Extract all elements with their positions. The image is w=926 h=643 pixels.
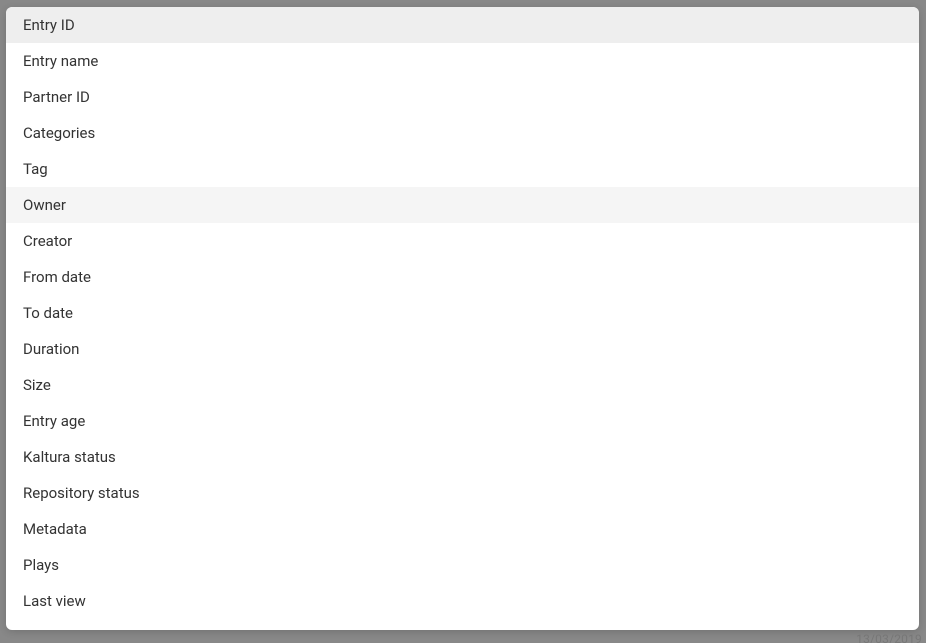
option-label: Size [23,376,51,394]
dropdown-option-from-date[interactable]: From date [6,259,919,295]
option-label: Entry ID [23,16,75,34]
dropdown-option-to-date[interactable]: To date [6,295,919,331]
option-label: From date [23,268,91,286]
dropdown-option-entry-id[interactable]: Entry ID [6,7,919,43]
option-label: Duration [23,340,79,358]
option-label: Metadata [23,520,87,538]
option-label: Entry age [23,412,85,430]
option-label: Kaltura status [23,448,116,466]
option-label: Plays [23,556,59,574]
dropdown-option-duration[interactable]: Duration [6,331,919,367]
option-label: Entry name [23,52,98,70]
dropdown-option-entry-age[interactable]: Entry age [6,403,919,439]
dropdown-option-plays[interactable]: Plays [6,547,919,583]
dropdown-option-categories[interactable]: Categories [6,115,919,151]
dropdown-option-owner[interactable]: Owner [6,187,919,223]
dropdown-option-entry-name[interactable]: Entry name [6,43,919,79]
option-label: Creator [23,232,72,250]
dropdown-option-tag[interactable]: Tag [6,151,919,187]
option-label: Categories [23,124,95,142]
background-date-text: 13/03/2019 [856,633,922,643]
dropdown-option-size[interactable]: Size [6,367,919,403]
dropdown-option-partner-id[interactable]: Partner ID [6,79,919,115]
dropdown-option-last-view[interactable]: Last view [6,583,919,619]
filter-dropdown-panel: Entry ID Entry name Partner ID Categorie… [6,7,919,630]
option-label: To date [23,304,73,322]
option-label: Last view [23,592,86,610]
option-label: Tag [23,160,48,178]
option-label: Repository status [23,484,140,502]
option-label: Partner ID [23,88,90,106]
dropdown-option-creator[interactable]: Creator [6,223,919,259]
dropdown-option-repository-status[interactable]: Repository status [6,475,919,511]
dropdown-option-kaltura-status[interactable]: Kaltura status [6,439,919,475]
option-label: Owner [23,196,66,214]
date-fragment: 13/03/2019 [856,633,922,643]
dropdown-option-metadata[interactable]: Metadata [6,511,919,547]
